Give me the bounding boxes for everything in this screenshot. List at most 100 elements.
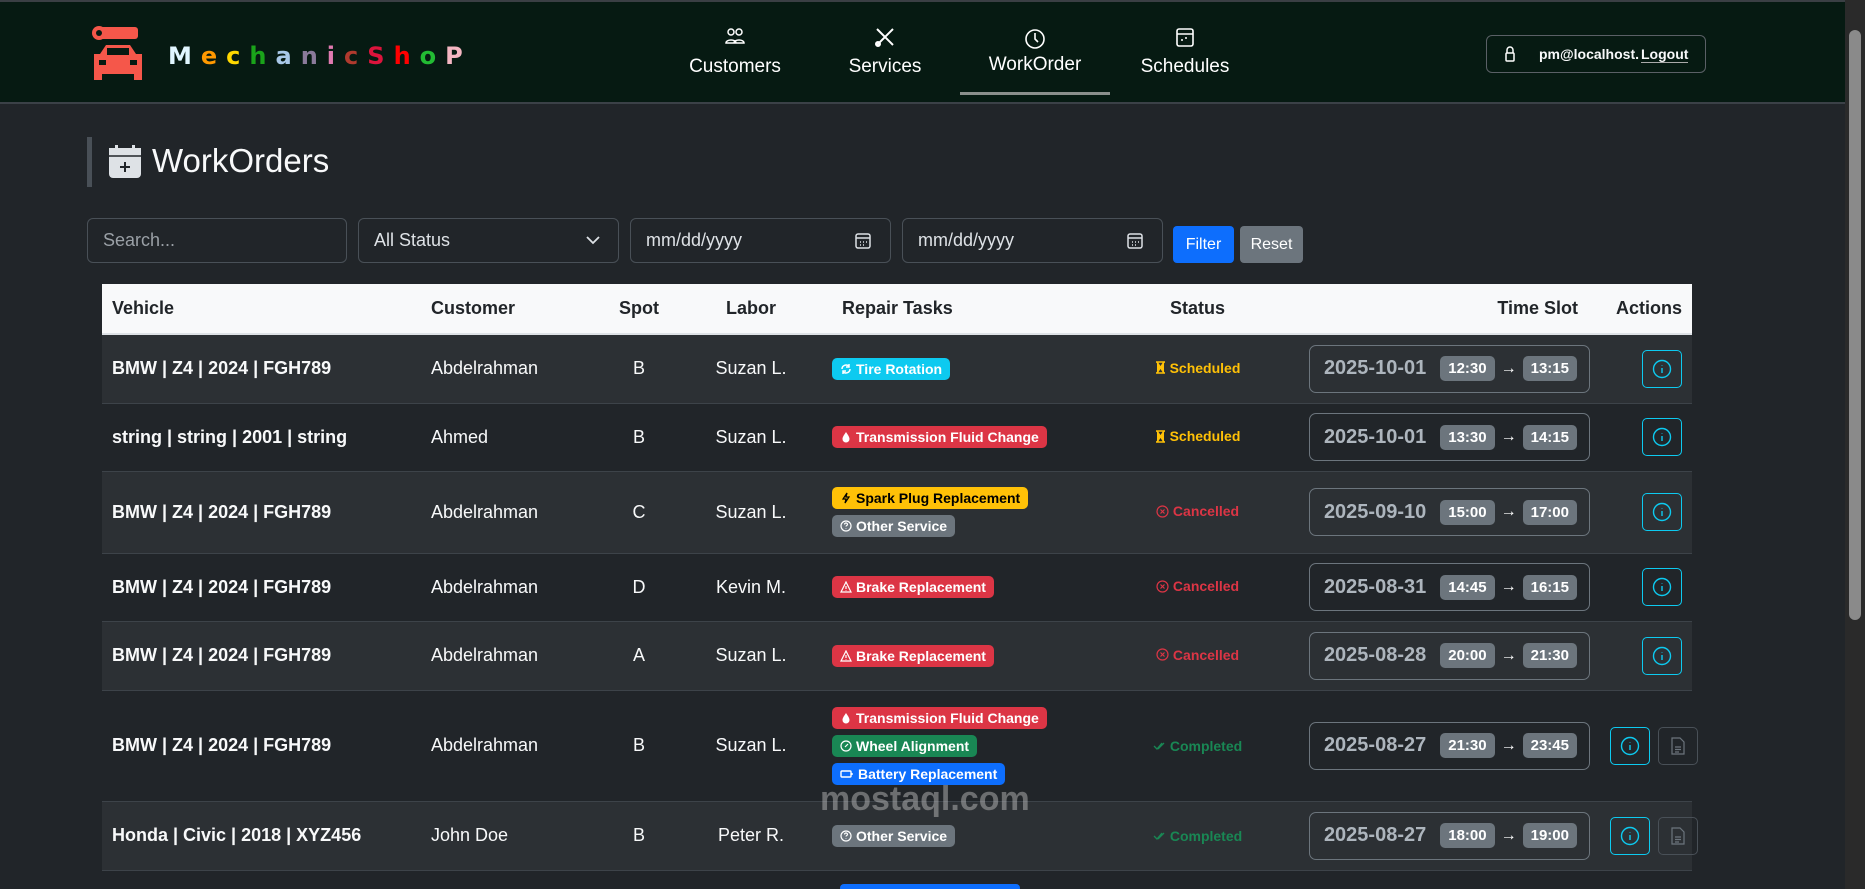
filter-button[interactable]: Filter [1173,226,1234,263]
header-status[interactable]: Status [1110,284,1285,335]
details-button[interactable] [1642,418,1682,456]
table-row[interactable]: string | string | 2001 | string Ahmed B … [102,403,1692,472]
time-slot-cell: 2025-08-27 18:00 → 19:00 [1285,801,1600,871]
vehicle-cell: BMW | Z4 | 2024 | FGH789 [102,621,421,691]
actions-cell [1600,621,1692,691]
navbar: MechanicShoP Customers Services WorkOrde… [0,2,1845,104]
calendar-picker-icon[interactable] [854,232,872,250]
actions-cell [1600,801,1698,871]
task-badge: Tire Rotation [832,357,951,380]
task-badge: Transmission Fluid Change [832,426,1047,448]
status-label: Cancelled [1172,646,1240,663]
status-select[interactable]: All Status [358,218,619,263]
brand-letter: o [419,42,446,70]
slot-date: 2025-08-27 [1323,824,1427,846]
reset-button[interactable]: Reset [1240,226,1303,263]
nav-customers[interactable]: Customers [685,2,785,102]
header-customer[interactable]: Customer [421,284,590,335]
table-row[interactable]: BMW | Z4 | 2024 | FGH789 Abdelrahman B S… [102,690,1698,802]
table-header-row: Vehicle Customer Spot Labor Repair Tasks… [102,284,1692,335]
actions-cell [1600,690,1698,802]
brand-letter: i [326,42,345,70]
slot-start: 20:00 [1440,643,1495,668]
date-from-input[interactable]: mm/dd/yyyy [630,218,891,263]
details-button[interactable] [1610,726,1650,765]
brand-letter: h [249,42,276,70]
nav-services[interactable]: Services [835,2,935,102]
table-row[interactable]: BMW | Z4 | 2024 | FGH789 Abdelrahman C S… [102,471,1692,554]
warning-icon [840,581,852,593]
nav-schedules[interactable]: Schedules [1130,2,1240,102]
details-button[interactable] [1642,493,1682,531]
slot-date: 2025-09-10 [1323,500,1427,523]
lightning-icon [840,492,852,504]
task-label: Brake Replacement [856,579,986,595]
slot-start: 14:45 [1440,574,1495,600]
user-logout-button[interactable]: pm@localhost. Logout [1486,35,1706,73]
task-label: Transmission Fluid Change [856,429,1039,445]
task-badge: Other Service [832,515,956,537]
header-labor[interactable]: Labor [688,284,814,335]
time-slot-cell: 2025-08-31 14:45 → 16:15 [1285,553,1600,622]
arrow-right-icon: → [1500,503,1517,520]
details-button[interactable] [1642,636,1682,675]
mechanic-car-logo-icon[interactable] [90,24,146,86]
slot-start: 12:30 [1440,356,1495,382]
calendar-picker-icon[interactable] [1126,232,1144,250]
header-actions[interactable]: Actions [1600,284,1692,335]
header-repair-tasks[interactable]: Repair Tasks [814,284,1110,335]
status-label: Scheduled [1169,428,1241,444]
table-row[interactable]: BMW | Z4 | 2024 | FGH789 Abdelrahman D K… [102,553,1692,622]
report-button[interactable] [1658,816,1698,855]
nav-label: WorkOrder [988,54,1082,75]
task-label: Battery Replacement [858,765,998,782]
status-cell: Cancelled [1110,621,1285,691]
table-row[interactable]: Honda | Civic | 2018 | XYZ456 John Doe B… [102,801,1698,871]
user-email: pm@localhost. [1539,46,1639,62]
time-slot-cell: 2025-09-10 15:00 → 17:00 [1285,471,1600,554]
x-circle-icon [1156,579,1169,593]
search-input[interactable]: Search... [87,218,347,263]
logout-link[interactable]: Logout [1641,46,1689,63]
header-vehicle[interactable]: Vehicle [102,284,421,335]
vehicle-cell: Honda | Civic | 2018 | XYZ456 [102,801,421,871]
slot-start: 18:00 [1440,823,1495,848]
date-to-input[interactable]: mm/dd/yyyy [902,218,1163,263]
status-label: Completed [1169,738,1243,754]
slot-date: 2025-10-01 [1323,357,1427,380]
workorders-table: Vehicle Customer Spot Labor Repair Tasks… [102,284,1698,871]
scrollbar-thumb[interactable] [1849,30,1861,620]
repair-tasks-cell: Spark Plug Replacement Other Service [814,471,1110,554]
time-slot: 2025-08-27 21:30 → 23:45 [1308,721,1590,770]
calendar-icon [1176,28,1194,47]
status-cell: Cancelled [1110,553,1285,622]
details-button[interactable] [1610,816,1650,855]
slot-end: 19:00 [1522,823,1577,848]
header-spot[interactable]: Spot [590,284,688,335]
table-row[interactable]: BMW | Z4 | 2024 | FGH789 Abdelrahman B S… [102,334,1692,404]
spot-cell: A [590,621,688,691]
time-slot-cell: 2025-08-27 21:30 → 23:45 [1285,690,1600,802]
table-row[interactable]: BMW | Z4 | 2024 | FGH789 Abdelrahman A S… [102,621,1692,691]
task-badge: Battery Replacement [832,762,1006,785]
battery-icon [840,768,854,780]
details-button[interactable] [1642,568,1682,606]
spot-cell: C [590,471,688,554]
nav-workorder[interactable]: WorkOrder [975,2,1095,102]
details-button[interactable] [1642,349,1682,388]
customer-cell: Abdelrahman [421,621,590,691]
report-button[interactable] [1658,726,1698,765]
warning-icon [840,649,852,662]
status-badge: Scheduled [1155,360,1240,376]
customer-cell: Abdelrahman [421,334,590,404]
header-time-slot[interactable]: Time Slot [1285,284,1600,335]
droplet-icon [840,431,852,443]
status-cell: Cancelled [1110,471,1285,554]
customer-cell: Abdelrahman [421,471,590,554]
task-label: Brake Replacement [856,647,986,664]
slot-end: 14:15 [1522,424,1577,450]
brand-name[interactable]: MechanicShoP [168,42,472,70]
hourglass-icon [1155,429,1166,443]
time-slot-cell: 2025-10-01 13:30 → 14:15 [1285,403,1600,472]
brand-letter: c [226,42,250,70]
